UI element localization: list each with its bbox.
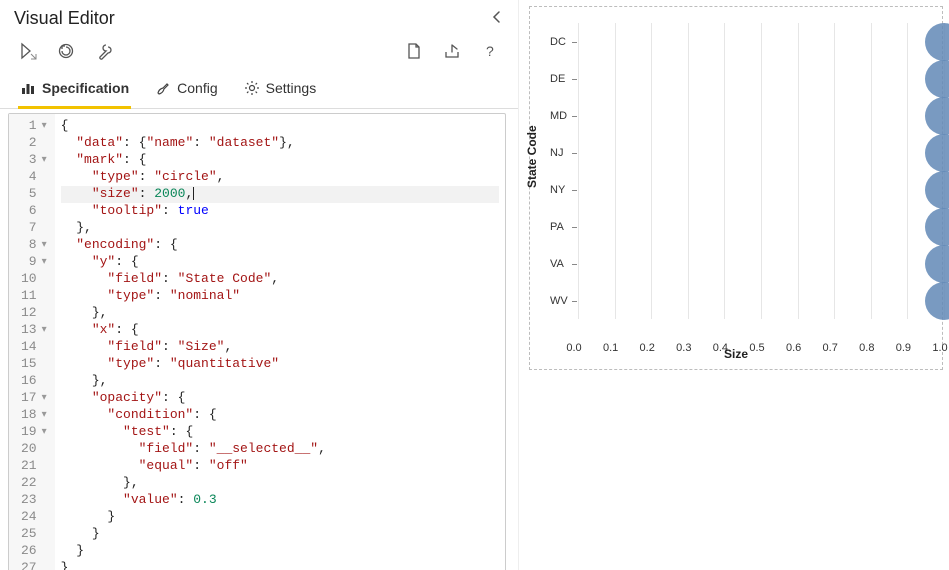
tab-config[interactable]: Config — [153, 72, 219, 109]
panel-title: Visual Editor — [14, 8, 115, 29]
export-button[interactable] — [442, 41, 462, 61]
tab-spec[interactable]: Specification — [18, 72, 131, 109]
gear-icon — [244, 80, 260, 96]
y-tick: VA — [550, 258, 564, 270]
line-gutter: 1▾23▾45678▾9▾10111213▾14151617▾18▾19▾202… — [9, 114, 55, 570]
code-editor[interactable]: 1▾23▾45678▾9▾10111213▾14151617▾18▾19▾202… — [8, 113, 506, 570]
help-button[interactable]: ? — [480, 41, 500, 61]
run-button[interactable] — [18, 41, 38, 61]
y-tick: NY — [550, 184, 565, 196]
x-axis-label: Size — [530, 347, 942, 361]
preview-chart: State Code DCDEMDNJNYPAVAWV 0.00.10.20.3… — [529, 6, 943, 370]
y-tick: WV — [550, 295, 568, 307]
fix-button[interactable] — [94, 41, 114, 61]
data-point[interactable] — [925, 208, 949, 246]
bar-chart-icon — [20, 80, 36, 96]
tab-label: Settings — [266, 80, 317, 96]
refresh-button[interactable] — [56, 41, 76, 61]
tab-label: Config — [177, 80, 217, 96]
tab-settings[interactable]: Settings — [242, 72, 319, 109]
brush-icon — [155, 80, 171, 96]
data-point[interactable] — [925, 60, 949, 98]
y-axis-label: State Code — [525, 125, 539, 188]
svg-text:?: ? — [486, 43, 494, 59]
data-point[interactable] — [925, 171, 949, 209]
y-tick: PA — [550, 221, 564, 233]
data-point[interactable] — [925, 282, 949, 320]
y-tick: DC — [550, 36, 566, 48]
data-point[interactable] — [925, 97, 949, 135]
tabs: Specification Config Settings — [0, 71, 518, 109]
y-tick: DE — [550, 73, 565, 85]
y-tick: NJ — [550, 147, 563, 159]
code-body[interactable]: { "data": {"name": "dataset"}, "mark": {… — [55, 114, 505, 570]
collapse-panel-button[interactable] — [490, 10, 504, 27]
new-spec-button[interactable] — [404, 41, 424, 61]
data-point[interactable] — [925, 245, 949, 283]
data-point[interactable] — [925, 23, 949, 61]
y-tick: MD — [550, 110, 567, 122]
tab-label: Specification — [42, 80, 129, 96]
data-point[interactable] — [925, 134, 949, 172]
